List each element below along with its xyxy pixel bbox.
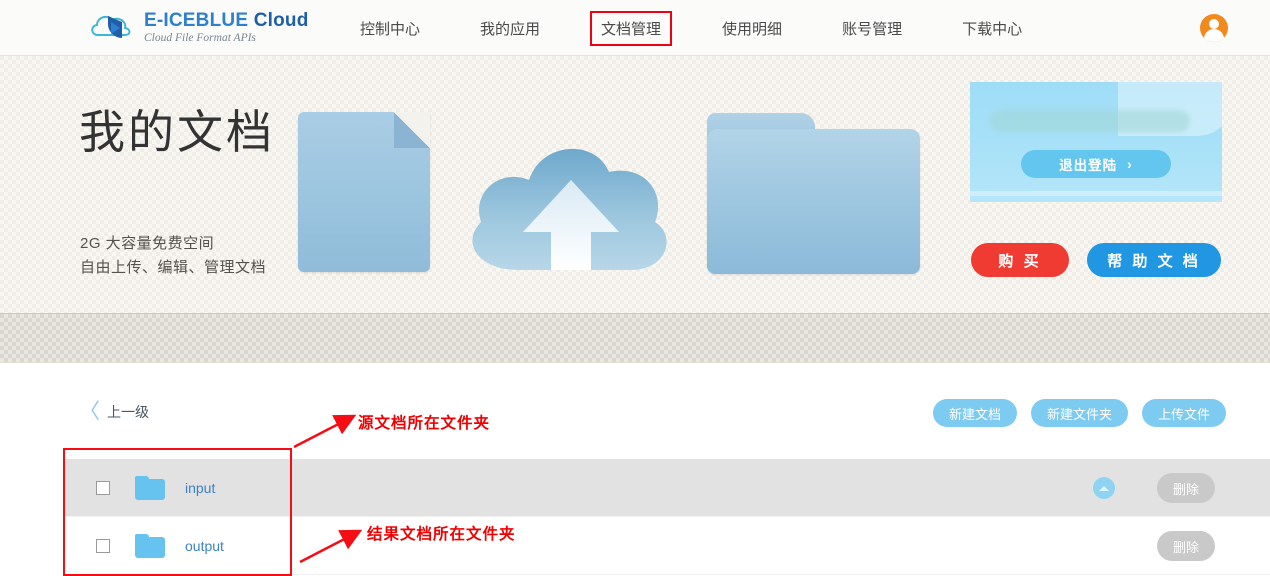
folder-icon [707,113,920,274]
row-checkbox-output[interactable] [96,538,110,553]
folder-body [707,129,920,274]
avatar-body [1204,29,1224,42]
hero-subtitle-line2: 自由上传、编辑、管理文档 [80,259,267,276]
annotation-source-folder-label: 源文档所在文件夹 [358,415,491,432]
new-document-button[interactable]: 新建文档 [932,399,1017,427]
logout-button-label: 退出登陆 [1059,158,1118,173]
site-header: E-ICEBLUE Cloud Cloud File Format APIs 控… [0,0,1270,56]
nav-item-account-management[interactable]: 账号管理 [832,12,912,45]
caret-up-icon[interactable] [1093,477,1115,499]
page-root: E-ICEBLUE Cloud Cloud File Format APIs 控… [0,0,1270,576]
chevron-right-icon: › [1127,156,1133,172]
brand-subtitle: Cloud File Format APIs [144,32,256,45]
table-row[interactable]: input 删除 [63,459,1270,517]
file-list: input 删除 output 删除 [63,459,1270,575]
cloud-upload-icon [455,110,687,275]
row-checkbox-input[interactable] [96,480,110,495]
brand-title: E-ICEBLUE Cloud [144,11,309,30]
brand-title-suffix: Cloud [253,10,309,32]
new-folder-button[interactable]: 新建文件夹 [1030,399,1128,427]
hero-subtitle: 2G 大容量免费空间 自由上传、编辑、管理文档 [80,232,266,280]
brand-logo[interactable]: E-ICEBLUE Cloud Cloud File Format APIs [88,6,309,50]
buy-button[interactable]: 购 买 [971,243,1069,277]
table-row[interactable]: output 删除 [63,517,1270,575]
nav-item-control-center[interactable]: 控制中心 [350,12,430,45]
promo-card: 退出登陆 › [970,82,1222,202]
help-doc-button[interactable]: 帮 助 文 档 [1087,243,1221,277]
page-title: 我的文档 [79,106,275,158]
breadcrumb[interactable]: 〈 上一级 [79,401,149,422]
nav-item-my-apps[interactable]: 我的应用 [470,12,550,45]
cloud-logo-icon [88,8,136,48]
nav-item-usage-details[interactable]: 使用明细 [712,12,792,45]
chevron-left-icon: 〈 [79,400,100,423]
hero-subtitle-line1: 2G 大容量免费空间 [80,235,215,252]
brand-title-prefix: E-ICEBLUE [144,10,249,32]
breadcrumb-up-label: 上一级 [107,403,149,420]
folder-name-input[interactable]: input [185,480,215,496]
brand-text: E-ICEBLUE Cloud Cloud File Format APIs [144,11,309,45]
avatar-head [1209,19,1219,29]
user-avatar-icon[interactable] [1200,14,1228,42]
folder-icon [135,475,165,500]
document-icon [298,112,430,272]
main-nav: 控制中心 我的应用 文档管理 使用明细 账号管理 下载中心 [330,0,1052,56]
content-toolbar: 新建文档 新建文件夹 上传文件 [932,399,1226,427]
delete-button[interactable]: 删除 [1156,531,1215,561]
folder-name-output[interactable]: output [185,538,224,554]
hero-bottom-band [0,313,1270,363]
nav-item-document-management[interactable]: 文档管理 [590,10,673,46]
promo-bottom-strip [970,191,1222,196]
promo-cloud-band [990,110,1190,132]
delete-button[interactable]: 删除 [1156,473,1215,503]
nav-item-download-center[interactable]: 下载中心 [952,12,1032,45]
folder-body [135,478,165,500]
upload-file-button[interactable]: 上传文件 [1141,399,1226,427]
folder-body [135,536,165,558]
logout-button[interactable]: 退出登陆 › [1021,150,1171,178]
folder-icon [135,533,165,558]
annotation-result-folder-label: 结果文档所在文件夹 [367,526,516,543]
